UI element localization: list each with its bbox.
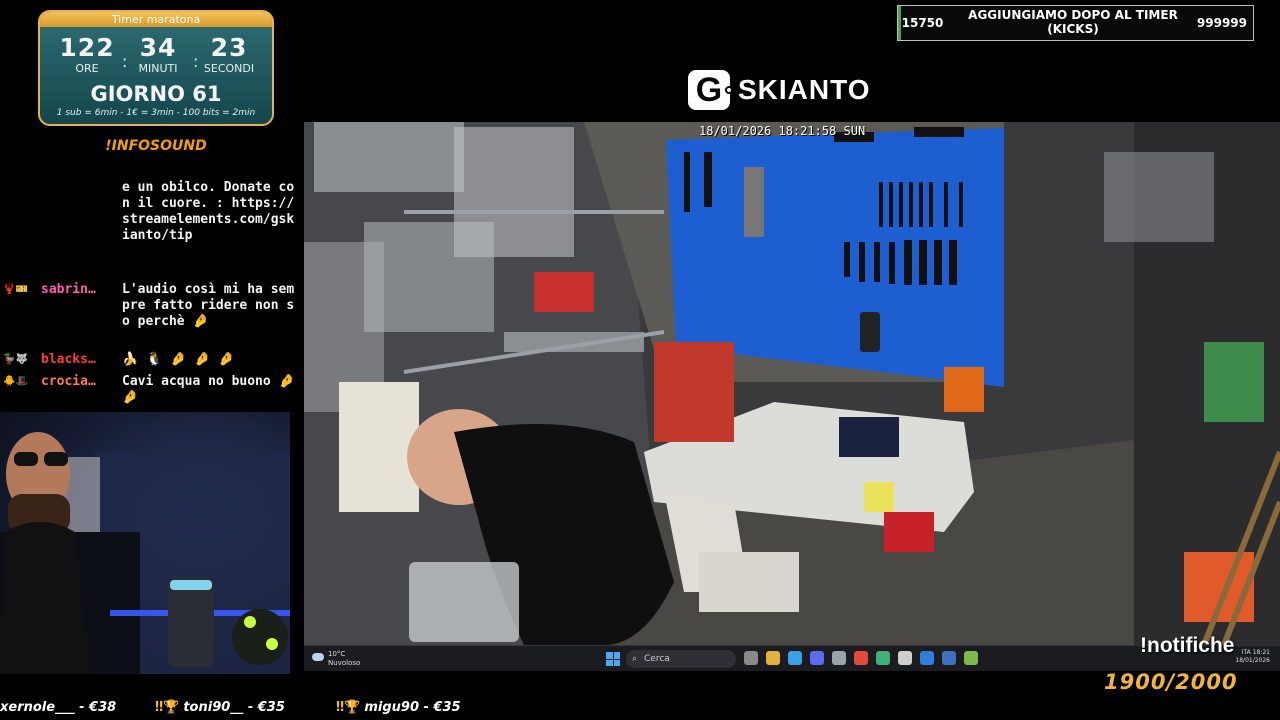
app-icon[interactable] — [964, 651, 978, 665]
app-icon[interactable] — [876, 651, 890, 665]
ticker-text: migu90 - €35 — [364, 700, 461, 715]
cloud-icon — [312, 653, 324, 661]
chat-username[interactable]: sabrin… — [41, 282, 123, 298]
camera-scene — [304, 122, 1280, 645]
steam-icon[interactable] — [920, 651, 934, 665]
app-icon[interactable] — [832, 651, 846, 665]
windows-start-icon[interactable] — [606, 652, 620, 666]
ticker-text: xernole___ - €38 — [0, 700, 117, 715]
chat-badges: 🐥🎩 — [3, 376, 28, 387]
weather-temp: 10°C — [328, 650, 346, 658]
weather-text: 10°C Nuvoloso — [328, 650, 360, 668]
tray-language: ITA — [1241, 649, 1251, 656]
app-icon[interactable] — [898, 651, 912, 665]
marathon-timer: Timer maratona 122 ORE : 34 MINUTI : 23 … — [38, 10, 274, 126]
timer-countdown: 122 ORE : 34 MINUTI : 23 SECONDI — [40, 34, 272, 78]
chat-message-text: Cavi acqua no buono 🤌 🤌 — [122, 374, 295, 405]
chat-badges: 🦞🎫 — [3, 284, 28, 295]
task-view-icon[interactable] — [744, 651, 758, 665]
discord-icon[interactable] — [810, 651, 824, 665]
donation-ticker: xernole___ - €38 ‼🏆 toni90__ - €35 ‼🏆 migu… — [0, 697, 1280, 719]
weather-desc: Nuvoloso — [328, 659, 361, 667]
infosound-command: !INFOSOUND — [105, 138, 207, 154]
kicks-goal-bar: 15750 AGGIUNGIAMO DOPO AL TIMER (KICKS) … — [897, 5, 1254, 41]
notifiche-command: !notifiche — [1140, 634, 1235, 657]
windows-taskbar: 10°C Nuvoloso ⌕ Cerca ITA 18:21 18/01/20… — [304, 645, 1280, 671]
ticker-item: ‼🏆 migu90 - €35 — [336, 700, 461, 715]
timer-seconds-label: SECONDI — [203, 62, 255, 75]
app-icon[interactable] — [854, 651, 868, 665]
trophy-icon: ‼🏆 — [155, 700, 180, 715]
goal-current: 15750 — [898, 6, 944, 40]
timer-rates: 1 sub = 6min - 1€ = 3min - 100 bits = 2m… — [56, 108, 256, 118]
workshop-camera-feed: 18/01/2026 18:21:58 SUN — [304, 122, 1280, 645]
system-tray[interactable]: ITA 18:21 18/01/2026 — [1235, 649, 1270, 665]
timer-day: GIORNO 61 — [90, 82, 222, 106]
logo-mark: G — [688, 70, 730, 110]
logo-name: SKIANTO — [738, 74, 871, 105]
browser-icon[interactable] — [788, 651, 802, 665]
app-icon[interactable] — [942, 651, 956, 665]
sub-goal-count: 1900/2000 — [1104, 670, 1238, 694]
timer-hours-value: 122 — [59, 33, 115, 62]
tray-time: 18:21 — [1252, 649, 1270, 656]
tray-date: 18/01/2026 — [1235, 657, 1270, 664]
logo-dot — [725, 86, 733, 94]
goal-text: AGGIUNGIAMO DOPO AL TIMER (KICKS) — [968, 8, 1178, 36]
search-icon: ⌕ — [632, 654, 638, 664]
goal-target: 999999 — [1196, 16, 1247, 30]
trophy-icon: ‼🏆 — [336, 700, 361, 715]
timer-hours-label: ORE — [75, 62, 99, 75]
ticker-item: xernole___ - €38 — [0, 700, 116, 715]
chat-badges: 🦆🐺 — [3, 354, 28, 365]
timer-seconds-value: 23 — [210, 33, 248, 62]
chat-message-text: e un obilco. Donate con il cuore. : http… — [122, 180, 295, 243]
camera-timestamp: 18/01/2026 18:21:58 SUN — [699, 124, 866, 138]
timer-seconds: 23 SECONDI — [194, 33, 264, 76]
timer-minutes: 34 MINUTI — [123, 33, 193, 76]
chat-username[interactable]: crocia… — [41, 374, 123, 390]
chat-message-text: L'audio così mi ha sempre fatto ridere n… — [122, 282, 295, 329]
timer-minutes-value: 34 — [139, 33, 177, 62]
chat-username[interactable]: blacks… — [41, 352, 123, 368]
ticker-item: ‼🏆 toni90__ - €35 — [155, 700, 285, 715]
chat-message-text: 🍌 🐧 🤌 🤌 🤌 — [122, 352, 235, 367]
timer-hours: 122 ORE — [52, 33, 122, 76]
ticker-text: toni90__ - €35 — [183, 700, 285, 715]
streamer-webcam — [0, 412, 290, 674]
file-explorer-icon[interactable] — [766, 651, 780, 665]
timer-minutes-label: MINUTI — [138, 62, 178, 75]
search-placeholder: Cerca — [644, 654, 670, 664]
webcam-scene — [0, 432, 290, 674]
taskbar-search[interactable]: ⌕ Cerca — [626, 650, 736, 668]
timer-title: Timer maratona — [40, 12, 272, 27]
